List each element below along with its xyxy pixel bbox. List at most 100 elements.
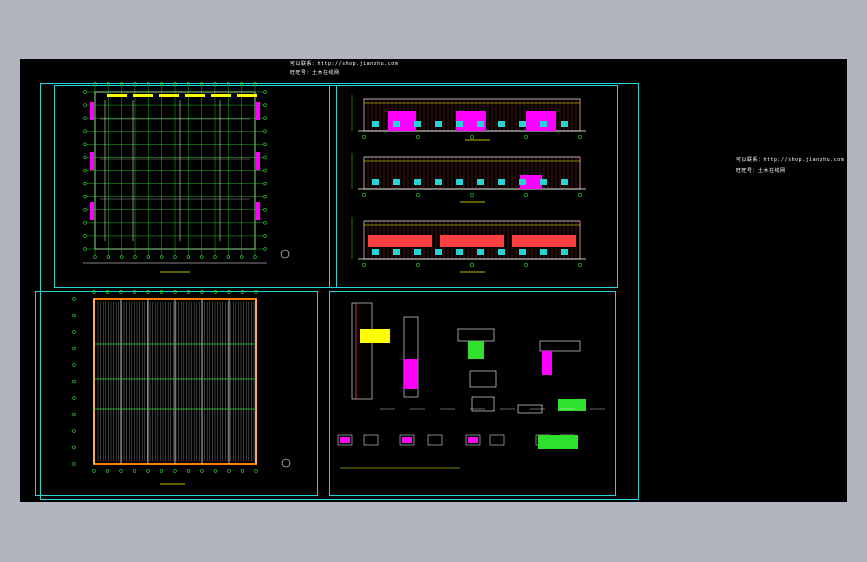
axis-bubble xyxy=(119,469,123,473)
beam-detail xyxy=(457,328,495,342)
axis-bubble xyxy=(213,82,217,86)
column-detail-fill xyxy=(360,329,390,343)
axis-bubble xyxy=(133,82,137,86)
axis-bubble xyxy=(226,82,231,86)
wall-section-fill xyxy=(404,359,418,389)
axis-bubble xyxy=(213,469,218,473)
gutter-detail xyxy=(469,370,497,388)
elevation-window xyxy=(456,121,463,127)
axis-bubble xyxy=(213,255,217,259)
axis-bubble xyxy=(200,469,204,473)
axis-bubble xyxy=(105,469,110,473)
axis-bubble xyxy=(239,255,244,259)
axis-bubble xyxy=(72,346,76,351)
axis-bubble xyxy=(523,134,529,140)
elevation-window xyxy=(561,121,568,127)
axis-bubble xyxy=(577,192,583,198)
axis-bubble xyxy=(240,469,245,473)
elevation-window xyxy=(498,121,505,127)
column-detail xyxy=(351,302,373,400)
axis-bubble xyxy=(106,255,111,259)
axis-bubble xyxy=(186,82,191,86)
connection-detail xyxy=(427,434,443,446)
elevation-window xyxy=(540,179,547,185)
axis-bubble xyxy=(92,290,96,294)
north-arrow xyxy=(281,458,291,468)
axis-bubble xyxy=(159,469,164,473)
elevation-window xyxy=(372,121,379,127)
door-mark xyxy=(256,152,260,170)
axis-bubble xyxy=(83,129,87,133)
cad-viewport[interactable]: 可以联系：http://shop.jianzhu.com 旺旺号：土木在线网 可… xyxy=(20,59,847,502)
elevation-window xyxy=(519,121,526,127)
section-band xyxy=(368,235,432,247)
axis-bubble xyxy=(93,255,97,259)
beam-detail-fill xyxy=(468,341,484,359)
axis-bubble xyxy=(415,262,421,268)
axis-bubble xyxy=(83,247,87,251)
elevation-window xyxy=(519,179,526,185)
axis-bubble xyxy=(263,103,267,107)
axis-bubble xyxy=(119,290,123,294)
axis-bubble xyxy=(253,255,257,259)
axis-bubble xyxy=(159,290,164,294)
axis-bubble xyxy=(146,255,151,259)
axis-bubble xyxy=(106,82,111,86)
plan-window-mark xyxy=(107,94,127,97)
axis-bubble xyxy=(83,90,87,94)
axis-bubble xyxy=(83,208,87,212)
axis-bubble xyxy=(72,297,76,301)
axis-bubble xyxy=(72,445,76,450)
axis-bubble xyxy=(83,234,87,238)
axis-bubble xyxy=(577,262,583,268)
axis-bubble xyxy=(186,469,191,473)
elevation-window xyxy=(540,121,547,127)
axis-bubble xyxy=(146,469,150,473)
axis-bubble xyxy=(93,82,97,86)
axis-bubble xyxy=(173,290,177,294)
connection-detail-fill xyxy=(468,437,478,443)
axis-bubble xyxy=(199,255,204,259)
axis-bubble xyxy=(119,255,124,259)
door-mark xyxy=(256,102,260,120)
axis-bubble xyxy=(146,290,150,294)
elevation-window xyxy=(456,249,463,255)
axis-bubble xyxy=(263,90,267,94)
elevation-window xyxy=(393,121,400,127)
elevation-window xyxy=(435,179,442,185)
axis-bubble xyxy=(254,469,258,473)
axis-bubble xyxy=(72,396,76,400)
plan-window-mark xyxy=(211,94,231,97)
axis-bubble xyxy=(254,290,258,294)
plan-window-mark xyxy=(185,94,205,97)
elevation-window xyxy=(477,121,484,127)
elevation-window xyxy=(393,249,400,255)
cad-drawing xyxy=(72,82,605,485)
axis-bubble xyxy=(173,255,177,259)
elevation-window xyxy=(414,179,421,185)
axis-bubble xyxy=(263,234,267,238)
axis-bubble xyxy=(263,116,267,120)
elevation-window xyxy=(435,249,442,255)
axis-bubble xyxy=(226,255,231,259)
axis-bubble xyxy=(263,194,267,199)
axis-bubble xyxy=(173,82,177,86)
axis-bubble xyxy=(83,194,87,199)
door-mark xyxy=(256,202,260,220)
axis-bubble xyxy=(577,134,583,140)
axis-bubble xyxy=(146,82,151,86)
elevation-window xyxy=(414,249,421,255)
axis-bubble xyxy=(523,192,529,198)
axis-bubble xyxy=(186,255,191,259)
elevation-window xyxy=(435,121,442,127)
axis-bubble xyxy=(361,134,367,140)
plan-window-mark xyxy=(133,94,153,97)
axis-bubble xyxy=(119,82,124,86)
axis-bubble xyxy=(263,221,267,225)
axis-bubble xyxy=(72,462,76,466)
axis-bubble xyxy=(173,469,177,473)
axis-bubble xyxy=(361,262,367,268)
axis-bubble xyxy=(469,192,475,198)
axis-bubble xyxy=(132,290,137,294)
elevation-window xyxy=(477,249,484,255)
